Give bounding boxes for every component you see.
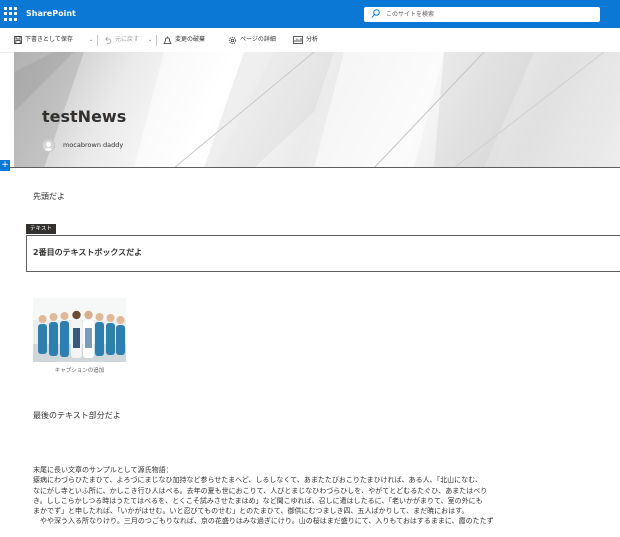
undo-label: 元に戻す: [115, 36, 140, 43]
divider: [156, 35, 157, 46]
page-details-label: ページの詳細: [240, 36, 276, 43]
discard-changes-button[interactable]: 変更の破棄: [163, 33, 205, 47]
gear-icon: [228, 36, 237, 44]
site-search-input[interactable]: このサイトを検索: [364, 7, 600, 22]
discard-icon: [163, 36, 172, 44]
page-details-button[interactable]: ページの詳細: [228, 33, 276, 47]
undo-icon: [105, 36, 112, 44]
long-text-block[interactable]: 末尾に長い文章のサンプルとして源氏物語： 瘧病にわづらひたまひて、よろづにまじな…: [33, 465, 620, 527]
analytics-icon: [293, 36, 303, 44]
image-caption[interactable]: キャプションの追加: [33, 366, 126, 374]
add-section-button[interactable]: +: [0, 160, 10, 171]
medical-team-photo: [33, 298, 126, 362]
author-byline[interactable]: mocabrown daddy: [42, 138, 123, 152]
paragraph-line: やや深う入る所なりけり。三月のつごもりなれば、京の花盛りはみな過ぎにけり。山の桜…: [33, 517, 494, 526]
second-textbox-text[interactable]: 2番目のテキストボックスだよ: [33, 247, 142, 258]
save-draft-label: 下書きとして保存: [25, 36, 73, 43]
command-bar: 下書きとして保存 ⌄ 元に戻す ⌄ 変更の破棄 ページの詳細 分析: [0, 28, 620, 53]
paragraph-line: なにがし寺といふ所に、かしこき行ひ人はべる。去年の夏も世におこりて、人びとまじな…: [33, 486, 488, 495]
last-text-block[interactable]: 最後のテキスト部分だよ: [33, 410, 121, 421]
page-title[interactable]: testNews: [42, 107, 126, 126]
save-icon: [14, 36, 22, 44]
image-webpart[interactable]: [33, 298, 126, 362]
app-launcher-icon[interactable]: [4, 7, 18, 21]
chevron-down-icon[interactable]: ⌄: [148, 37, 152, 43]
text-webpart-editor[interactable]: 2番目のテキストボックスだよ: [26, 235, 620, 272]
divider: [97, 35, 98, 46]
paragraph-line: 瘧病にわづらひたまひて、よろづにまじなひ加持など参らせたまへど、しるしなくて、あ…: [33, 476, 483, 485]
suite-bar: SharePoint このサイトを検索: [0, 0, 620, 28]
paragraph-line: き。ししこらかしつる時はうたてはべるを、とくこそ試みさせたまはめ」など聞こゆれば…: [33, 496, 483, 505]
paragraph-line: まかでず」と申したれば、「いかがはせむ。いと忍びてものせむ」とのたまひて、御供に…: [33, 507, 469, 516]
analytics-label: 分析: [306, 36, 319, 43]
discard-label: 変更の破棄: [175, 36, 206, 43]
analytics-button[interactable]: 分析: [293, 33, 318, 47]
webpart-type-tag: テキスト: [26, 224, 56, 234]
app-name[interactable]: SharePoint: [26, 6, 76, 22]
author-name: mocabrown daddy: [63, 141, 124, 149]
undo-button[interactable]: 元に戻す: [104, 33, 139, 47]
title-area-background: testNews mocabrown daddy: [14, 52, 620, 168]
chevron-down-icon[interactable]: ⌄: [89, 37, 93, 43]
avatar: [42, 138, 55, 152]
first-text-block[interactable]: 先頭だよ: [33, 191, 65, 202]
save-draft-button[interactable]: 下書きとして保存: [14, 33, 73, 47]
search-icon: [371, 9, 380, 18]
section-divider: [10, 167, 620, 168]
paragraph-line: 末尾に長い文章のサンプルとして源氏物語：: [33, 466, 173, 474]
search-placeholder: このサイトを検索: [386, 11, 435, 18]
